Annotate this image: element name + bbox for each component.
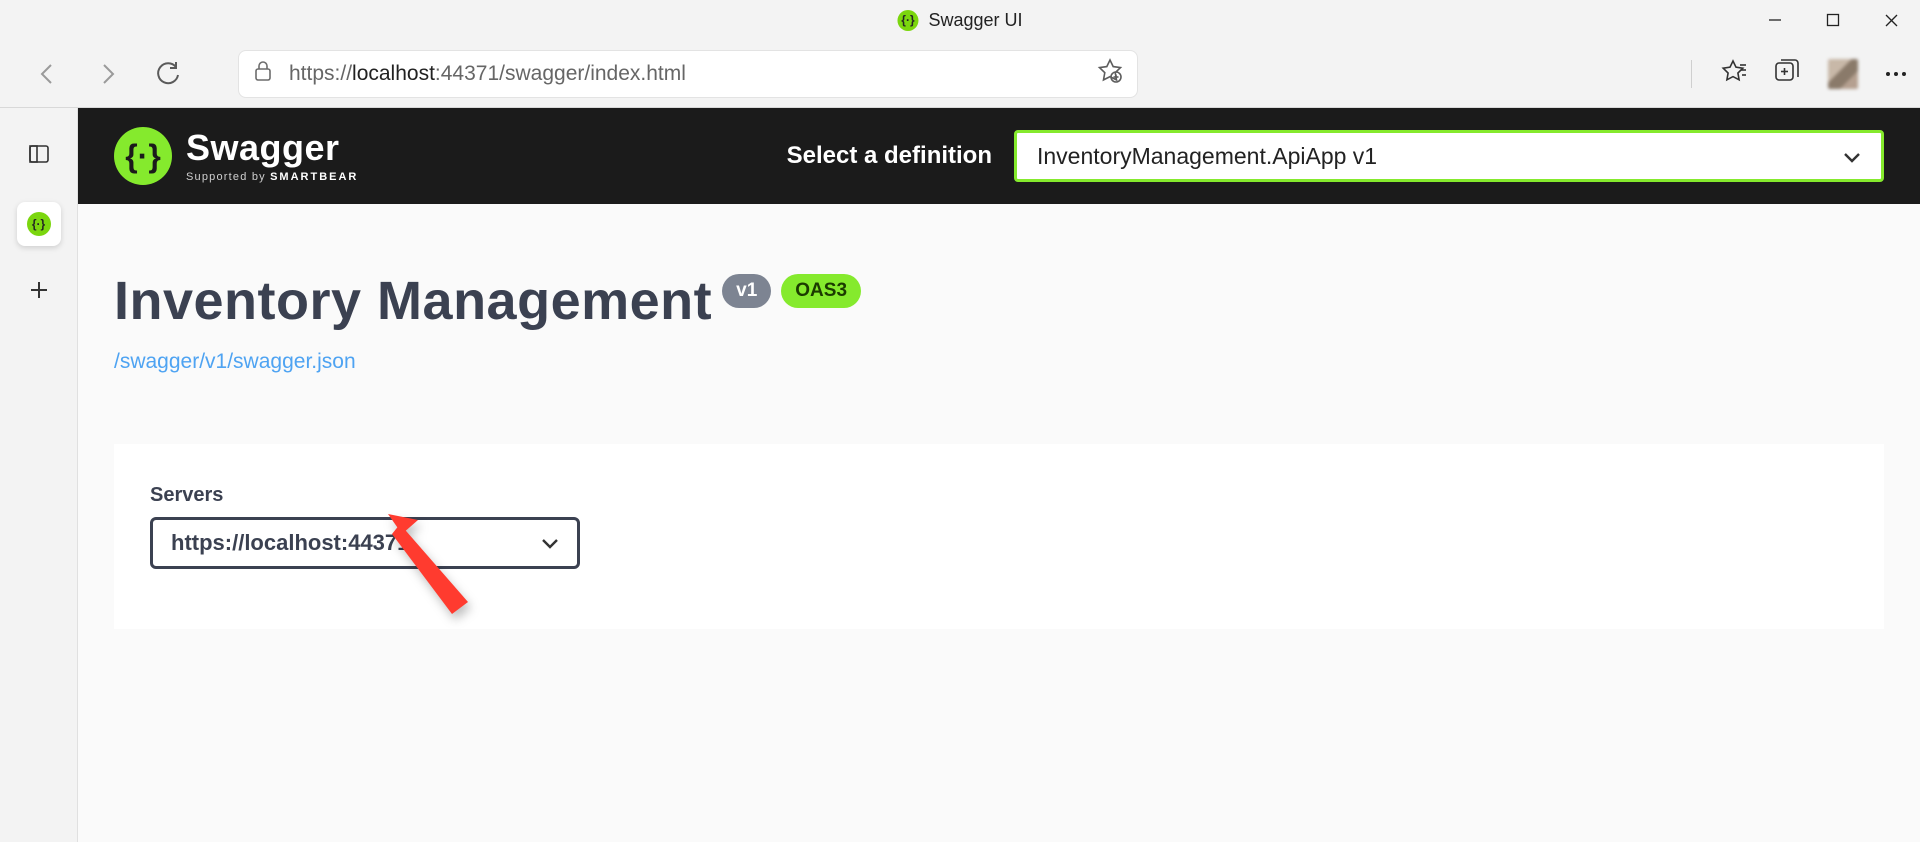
chevron-down-icon	[541, 530, 559, 556]
window-close-button[interactable]	[1862, 0, 1920, 40]
window-title-text: Swagger UI	[928, 10, 1022, 31]
definition-select[interactable]: InventoryManagement.ApiApp v1	[1014, 130, 1884, 182]
new-tab-button[interactable]	[17, 270, 61, 314]
swagger-topbar: {·} Swagger Supported by SMARTBEAR Selec…	[78, 108, 1920, 204]
collections-icon[interactable]	[1774, 58, 1800, 89]
window-maximize-button[interactable]	[1804, 0, 1862, 40]
swagger-brand: Swagger	[186, 130, 358, 166]
definition-select-value: InventoryManagement.ApiApp v1	[1037, 143, 1377, 170]
swagger-info: Inventory Management v1 OAS3 /swagger/v1…	[78, 204, 1920, 669]
toolbar-separator	[1691, 60, 1692, 88]
page-viewport: {·} Swagger Supported by SMARTBEAR Selec…	[78, 108, 1920, 842]
add-favorite-icon[interactable]	[1097, 58, 1123, 89]
swagger-favicon-icon: {·}	[897, 10, 918, 31]
definition-select-label: Select a definition	[787, 142, 992, 170]
more-menu-button[interactable]	[1886, 72, 1906, 76]
window-minimize-button[interactable]	[1746, 0, 1804, 40]
spec-link[interactable]: /swagger/v1/swagger.json	[114, 350, 1884, 374]
browser-toolbar: https://localhost:44371/swagger/index.ht…	[0, 40, 1920, 108]
oas-badge: OAS3	[781, 274, 861, 308]
profile-avatar[interactable]	[1828, 59, 1858, 89]
tab-swagger[interactable]: {·}	[17, 202, 61, 246]
favorites-icon[interactable]	[1720, 58, 1746, 89]
server-select[interactable]: https://localhost:44371	[150, 517, 580, 569]
tab-actions-button[interactable]	[17, 134, 61, 178]
lock-icon	[253, 60, 273, 87]
api-title: Inventory Management	[114, 270, 712, 332]
window-title: {·} Swagger UI	[897, 10, 1022, 31]
url-text: https://localhost:44371/swagger/index.ht…	[289, 62, 686, 86]
swagger-logo: {·} Swagger Supported by SMARTBEAR	[114, 127, 358, 185]
swagger-logo-icon: {·}	[114, 127, 172, 185]
reload-button[interactable]	[148, 54, 188, 94]
version-badge: v1	[722, 274, 771, 308]
address-bar[interactable]: https://localhost:44371/swagger/index.ht…	[238, 50, 1138, 98]
servers-label: Servers	[150, 484, 1848, 507]
window-titlebar: {·} Swagger UI	[0, 0, 1920, 40]
chevron-down-icon	[1843, 143, 1861, 170]
nav-forward-button[interactable]	[88, 54, 128, 94]
vertical-tab-strip: {·}	[0, 108, 78, 842]
server-select-value: https://localhost:44371	[171, 530, 409, 556]
nav-back-button[interactable]	[28, 54, 68, 94]
swagger-supported-by: Supported by SMARTBEAR	[186, 172, 358, 183]
swagger-tab-icon: {·}	[27, 212, 51, 236]
